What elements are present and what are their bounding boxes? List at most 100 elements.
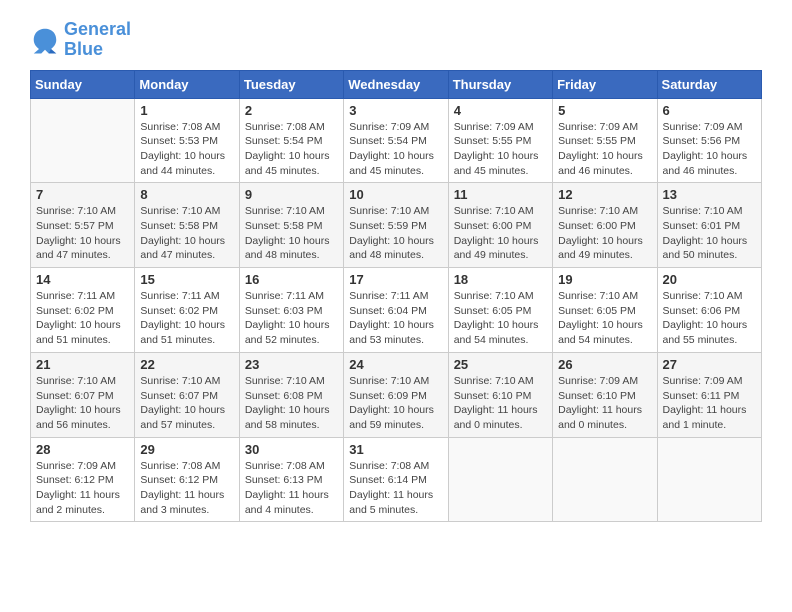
week-row-4: 21 Sunrise: 7:10 AMSunset: 6:07 PMDayligh… [31,352,762,437]
day-detail: Sunrise: 7:10 AMSunset: 6:01 PMDaylight:… [663,204,756,263]
logo-text-line1: General [64,20,131,40]
header-thursday: Thursday [448,70,552,98]
calendar-cell: 23 Sunrise: 7:10 AMSunset: 6:08 PMDayligh… [239,352,343,437]
day-detail: Sunrise: 7:10 AMSunset: 6:00 PMDaylight:… [558,204,651,263]
day-detail: Sunrise: 7:11 AMSunset: 6:02 PMDaylight:… [140,289,233,348]
day-detail: Sunrise: 7:08 AMSunset: 6:12 PMDaylight:… [140,459,233,518]
calendar-cell: 6 Sunrise: 7:09 AMSunset: 5:56 PMDaylight… [657,98,761,183]
calendar-cell: 1 Sunrise: 7:08 AMSunset: 5:53 PMDaylight… [135,98,239,183]
calendar-cell: 26 Sunrise: 7:09 AMSunset: 6:10 PMDayligh… [553,352,657,437]
calendar-cell: 10 Sunrise: 7:10 AMSunset: 5:59 PMDayligh… [344,183,448,268]
day-number: 10 [349,187,442,202]
day-number: 16 [245,272,338,287]
day-detail: Sunrise: 7:10 AMSunset: 5:59 PMDaylight:… [349,204,442,263]
day-number: 20 [663,272,756,287]
day-number: 30 [245,442,338,457]
header-tuesday: Tuesday [239,70,343,98]
day-number: 12 [558,187,651,202]
day-number: 23 [245,357,338,372]
header-monday: Monday [135,70,239,98]
calendar-cell: 14 Sunrise: 7:11 AMSunset: 6:02 PMDayligh… [31,268,135,353]
day-detail: Sunrise: 7:10 AMSunset: 5:57 PMDaylight:… [36,204,129,263]
day-number: 29 [140,442,233,457]
day-number: 24 [349,357,442,372]
day-number: 19 [558,272,651,287]
calendar-cell: 7 Sunrise: 7:10 AMSunset: 5:57 PMDaylight… [31,183,135,268]
day-number: 14 [36,272,129,287]
day-detail: Sunrise: 7:10 AMSunset: 6:10 PMDaylight:… [454,374,547,433]
day-number: 27 [663,357,756,372]
day-number: 21 [36,357,129,372]
day-detail: Sunrise: 7:09 AMSunset: 5:54 PMDaylight:… [349,120,442,179]
calendar-cell: 3 Sunrise: 7:09 AMSunset: 5:54 PMDaylight… [344,98,448,183]
day-number: 26 [558,357,651,372]
week-row-1: 1 Sunrise: 7:08 AMSunset: 5:53 PMDaylight… [31,98,762,183]
day-detail: Sunrise: 7:10 AMSunset: 6:07 PMDaylight:… [140,374,233,433]
day-number: 8 [140,187,233,202]
calendar-cell: 5Sunrise: 7:09 AMSunset: 5:55 PMDaylight… [553,98,657,183]
calendar-cell: 21 Sunrise: 7:10 AMSunset: 6:07 PMDayligh… [31,352,135,437]
week-row-2: 7 Sunrise: 7:10 AMSunset: 5:57 PMDaylight… [31,183,762,268]
day-number: 9 [245,187,338,202]
day-detail: Sunrise: 7:10 AMSunset: 5:58 PMDaylight:… [245,204,338,263]
calendar-cell [31,98,135,183]
calendar-cell: 12 Sunrise: 7:10 AMSunset: 6:00 PMDayligh… [553,183,657,268]
day-detail: Sunrise: 7:09 AMSunset: 5:55 PMDaylight:… [454,120,547,179]
day-number: 18 [454,272,547,287]
calendar-cell: 20Sunrise: 7:10 AMSunset: 6:06 PMDayligh… [657,268,761,353]
day-detail: Sunrise: 7:10 AMSunset: 5:58 PMDaylight:… [140,204,233,263]
calendar-table: SundayMondayTuesdayWednesdayThursdayFrid… [30,70,762,523]
calendar-cell: 11 Sunrise: 7:10 AMSunset: 6:00 PMDayligh… [448,183,552,268]
day-detail: Sunrise: 7:09 AMSunset: 6:11 PMDaylight:… [663,374,756,433]
calendar-cell: 25 Sunrise: 7:10 AMSunset: 6:10 PMDayligh… [448,352,552,437]
calendar-cell: 17Sunrise: 7:11 AMSunset: 6:04 PMDayligh… [344,268,448,353]
day-detail: Sunrise: 7:10 AMSunset: 6:05 PMDaylight:… [558,289,651,348]
header-wednesday: Wednesday [344,70,448,98]
day-number: 2 [245,103,338,118]
day-detail: Sunrise: 7:08 AMSunset: 5:53 PMDaylight:… [140,120,233,179]
day-detail: Sunrise: 7:10 AMSunset: 6:05 PMDaylight:… [454,289,547,348]
calendar-cell: 27 Sunrise: 7:09 AMSunset: 6:11 PMDayligh… [657,352,761,437]
day-detail: Sunrise: 7:10 AMSunset: 6:07 PMDaylight:… [36,374,129,433]
week-row-5: 28 Sunrise: 7:09 AMSunset: 6:12 PMDayligh… [31,437,762,522]
header-friday: Friday [553,70,657,98]
day-number: 28 [36,442,129,457]
day-number: 31 [349,442,442,457]
calendar-cell: 29 Sunrise: 7:08 AMSunset: 6:12 PMDayligh… [135,437,239,522]
day-number: 13 [663,187,756,202]
calendar-cell: 13 Sunrise: 7:10 AMSunset: 6:01 PMDayligh… [657,183,761,268]
calendar-cell [553,437,657,522]
day-detail: Sunrise: 7:09 AMSunset: 5:56 PMDaylight:… [663,120,756,179]
day-number: 22 [140,357,233,372]
calendar-cell: 30 Sunrise: 7:08 AMSunset: 6:13 PMDayligh… [239,437,343,522]
day-number: 1 [140,103,233,118]
logo: General Blue [30,20,131,60]
day-number: 5 [558,103,651,118]
calendar-cell: 28 Sunrise: 7:09 AMSunset: 6:12 PMDayligh… [31,437,135,522]
calendar-cell: 8 Sunrise: 7:10 AMSunset: 5:58 PMDaylight… [135,183,239,268]
day-detail: Sunrise: 7:08 AMSunset: 6:13 PMDaylight:… [245,459,338,518]
day-number: 6 [663,103,756,118]
day-detail: Sunrise: 7:11 AMSunset: 6:02 PMDaylight:… [36,289,129,348]
calendar-cell: 15 Sunrise: 7:11 AMSunset: 6:02 PMDayligh… [135,268,239,353]
day-number: 4 [454,103,547,118]
day-detail: Sunrise: 7:11 AMSunset: 6:03 PMDaylight:… [245,289,338,348]
day-detail: Sunrise: 7:08 AMSunset: 5:54 PMDaylight:… [245,120,338,179]
day-number: 25 [454,357,547,372]
day-number: 7 [36,187,129,202]
logo-text-line2: Blue [64,40,131,60]
day-detail: Sunrise: 7:10 AMSunset: 6:09 PMDaylight:… [349,374,442,433]
day-detail: Sunrise: 7:10 AMSunset: 6:08 PMDaylight:… [245,374,338,433]
day-number: 15 [140,272,233,287]
day-number: 3 [349,103,442,118]
day-detail: Sunrise: 7:09 AMSunset: 6:10 PMDaylight:… [558,374,651,433]
header-sunday: Sunday [31,70,135,98]
day-number: 11 [454,187,547,202]
calendar-cell: 4 Sunrise: 7:09 AMSunset: 5:55 PMDaylight… [448,98,552,183]
calendar-header-row: SundayMondayTuesdayWednesdayThursdayFrid… [31,70,762,98]
week-row-3: 14 Sunrise: 7:11 AMSunset: 6:02 PMDayligh… [31,268,762,353]
calendar-cell [657,437,761,522]
day-detail: Sunrise: 7:09 AMSunset: 6:12 PMDaylight:… [36,459,129,518]
calendar-cell: 18 Sunrise: 7:10 AMSunset: 6:05 PMDayligh… [448,268,552,353]
day-detail: Sunrise: 7:10 AMSunset: 6:00 PMDaylight:… [454,204,547,263]
